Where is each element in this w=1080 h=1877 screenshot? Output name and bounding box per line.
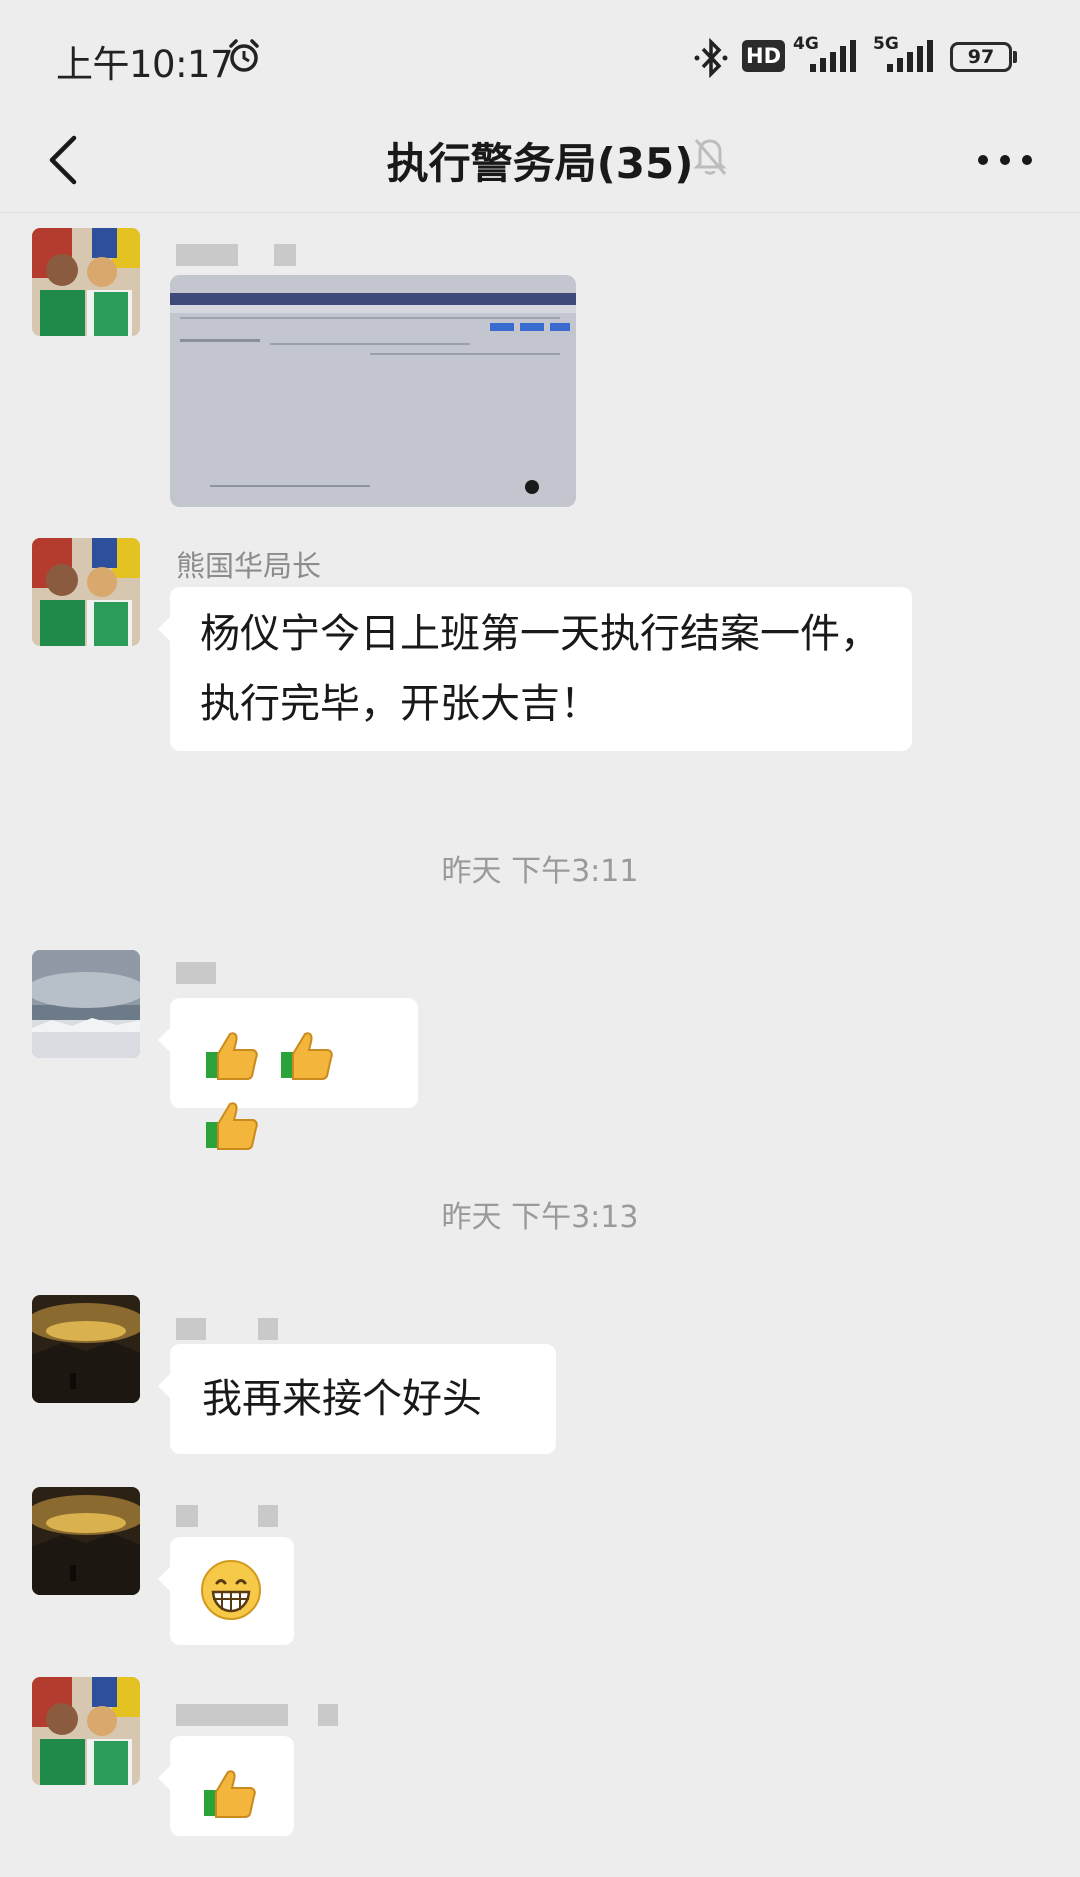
sender-name-blurred: [176, 1505, 278, 1527]
mute-bell-icon: [693, 139, 727, 175]
sender-name-blurred: [176, 1318, 278, 1340]
avatar[interactable]: [32, 1677, 140, 1785]
message-bubble[interactable]: 我再来接个好头: [158, 1344, 556, 1454]
chat-title: 执行警务局(35): [386, 139, 694, 188]
sender-name-blurred: [176, 244, 296, 266]
thumbs-up-icon: [202, 1030, 277, 1080]
avatar[interactable]: [32, 1487, 140, 1595]
thumbs-up-icon: [277, 1030, 339, 1080]
signal-strength-icon: [810, 40, 856, 72]
message-bubble[interactable]: [158, 1537, 294, 1645]
battery-indicator: 97: [950, 42, 1012, 72]
timestamp: 昨天 下午3:13: [441, 1200, 639, 1235]
avatar[interactable]: [32, 950, 140, 1058]
hd-badge: HD: [742, 40, 786, 72]
status-time: 上午10:17: [56, 43, 234, 86]
message-bubble[interactable]: 杨仪宁今日上班第一天执行结案一件，执行完毕，开张大吉！: [158, 587, 912, 751]
thumbs-up-icon: [202, 1100, 264, 1150]
message-text: 我再来接个好头: [202, 1376, 482, 1422]
avatar[interactable]: [32, 228, 140, 336]
alarm-icon: [229, 39, 259, 72]
signal-strength-icon-2: [887, 40, 933, 72]
shared-image[interactable]: [170, 275, 576, 507]
message-text: 杨仪宁今日上班第一天执行结案一件，执行完毕，开张大吉！: [200, 611, 880, 727]
thumbs-up-icon: [200, 1768, 262, 1818]
avatar[interactable]: [32, 1295, 140, 1403]
header-divider: [0, 212, 1080, 213]
avatar[interactable]: [32, 538, 140, 646]
message-bubble[interactable]: [158, 1736, 294, 1836]
sender-name: 熊国华局长: [176, 549, 322, 583]
battery-level: 97: [967, 46, 995, 68]
chat-header: 执行警务局(35): [0, 110, 1080, 210]
message-bubble[interactable]: [158, 998, 418, 1150]
battery-tip: [1013, 51, 1017, 63]
status-bar: 上午10:17 HD 4G 5G 97: [0, 0, 1080, 110]
more-options-button[interactable]: [970, 132, 1040, 188]
bluetooth-icon: [694, 38, 728, 78]
sender-name-blurred: [176, 962, 256, 984]
sender-name-blurred: [176, 1704, 338, 1726]
timestamp: 昨天 下午3:11: [441, 854, 639, 889]
grinning-face-icon: [201, 1560, 261, 1620]
